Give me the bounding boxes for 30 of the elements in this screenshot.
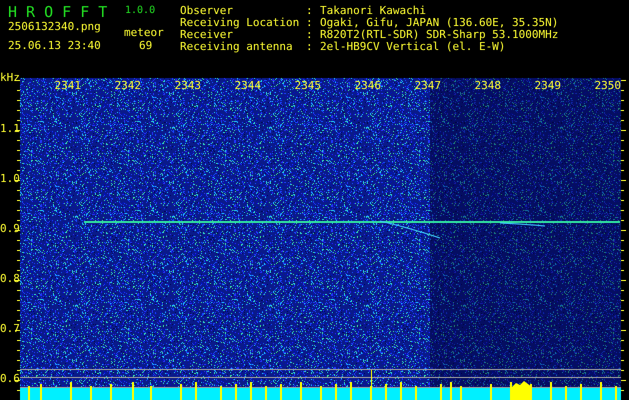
info-separator: : <box>306 41 314 53</box>
info-label: Observer <box>180 5 234 17</box>
file-name: 2506132340.png <box>8 21 101 33</box>
axis-label: 0.7 <box>0 323 20 335</box>
axis-label: 2347 <box>414 80 441 92</box>
info-separator: : <box>306 17 314 29</box>
info-label: Receiving Location <box>180 17 300 29</box>
info-label: Receiving antenna <box>180 41 294 53</box>
version-label: 1.0.0 <box>125 5 156 17</box>
meteor-count: 69 <box>139 40 152 52</box>
axis-label: 0.9 <box>0 223 20 235</box>
info-value: Ogaki, Gifu, JAPAN (136.60E, 35.35N) <box>320 17 558 29</box>
meteor-label: meteor <box>124 27 164 39</box>
axis-label: 1.1 <box>0 123 20 135</box>
info-separator: : <box>306 5 314 17</box>
axis-label: 0.8 <box>0 273 20 285</box>
timestamp: 25.06.13 23:40 <box>8 40 101 52</box>
axis-label: 2348 <box>474 80 501 92</box>
info-value: R820T2(RTL-SDR) SDR-Sharp 53.1000MHz <box>320 29 558 41</box>
info-value: 2el-HB9CV Vertical (el. E-W) <box>320 41 506 53</box>
axis-label: 2350 <box>594 80 621 92</box>
axis-label: 2342 <box>114 80 141 92</box>
axis-label: 2345 <box>294 80 321 92</box>
info-value: Takanori Kawachi <box>320 5 426 17</box>
axis-label: 2349 <box>534 80 561 92</box>
app-title: H R O F F T <box>8 6 108 18</box>
axis-label: 1.0 <box>0 173 20 185</box>
info-label: Receiver <box>180 29 233 41</box>
info-separator: : <box>306 29 314 41</box>
axis-label: 0.6 <box>0 373 20 385</box>
